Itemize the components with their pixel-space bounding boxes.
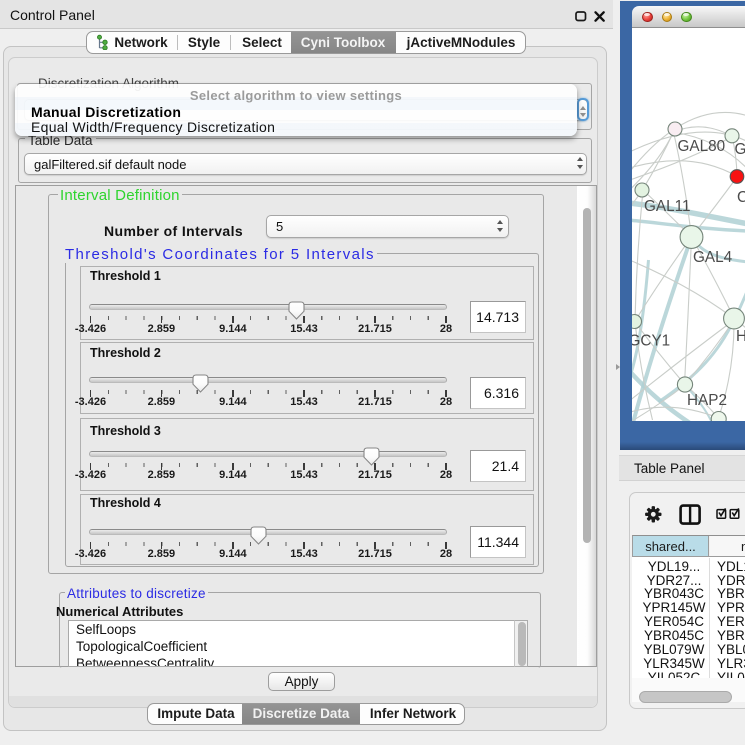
svg-text:HAP2: HAP2 (687, 392, 727, 409)
svg-text:C: C (737, 189, 745, 206)
svg-text:GAL80: GAL80 (677, 138, 725, 155)
svg-text:GCY1: GCY1 (632, 333, 670, 350)
svg-text:GA: GA (734, 141, 745, 158)
svg-text:GAL4: GAL4 (693, 249, 733, 266)
svg-text:GAL11: GAL11 (644, 198, 691, 215)
svg-text:H: H (736, 328, 745, 345)
